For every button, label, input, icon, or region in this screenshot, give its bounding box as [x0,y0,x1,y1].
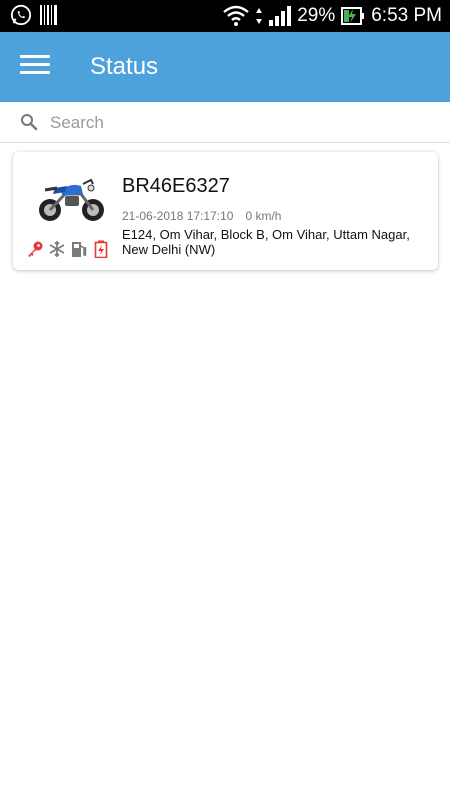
vehicle-status-icons [26,240,110,258]
search-bar [0,102,450,143]
vehicle-speed: 0 km/h [245,209,282,223]
battery-percent: 29% [297,5,336,26]
vehicle-number: BR46E6327 [122,175,230,197]
whatsapp-icon [10,4,32,26]
motorcycle-icon [39,178,104,221]
clock: 6:53 PM [371,5,442,26]
wifi-icon [223,5,249,26]
battery-icon [94,240,108,258]
system-status-bar: 29% 6:53 PM [0,0,450,32]
hamburger-menu-icon[interactable] [20,55,50,79]
vehicle-address: E124, Om Vihar, Block B, Om Vihar, Uttam… [122,227,410,257]
fuel-pump-icon [72,242,87,257]
barcode-icon [40,5,57,25]
vehicle-meta: 21-06-2018 17:17:10 0 km/h [122,209,281,223]
app-toolbar: Status [0,32,450,102]
ac-snowflake-icon [49,241,65,257]
battery-charging-icon [341,7,365,25]
page-title: Status [90,53,159,80]
vehicle-status-card[interactable]: BR46E6327 21-06-2018 17:17:10 0 km/h E12… [13,152,438,270]
signal-icon [269,6,292,26]
search-icon[interactable] [20,113,38,131]
search-input[interactable] [50,108,430,138]
data-arrows-icon [256,8,263,24]
ignition-key-icon [28,241,43,257]
last-update-timestamp: 21-06-2018 17:17:10 [122,209,234,223]
